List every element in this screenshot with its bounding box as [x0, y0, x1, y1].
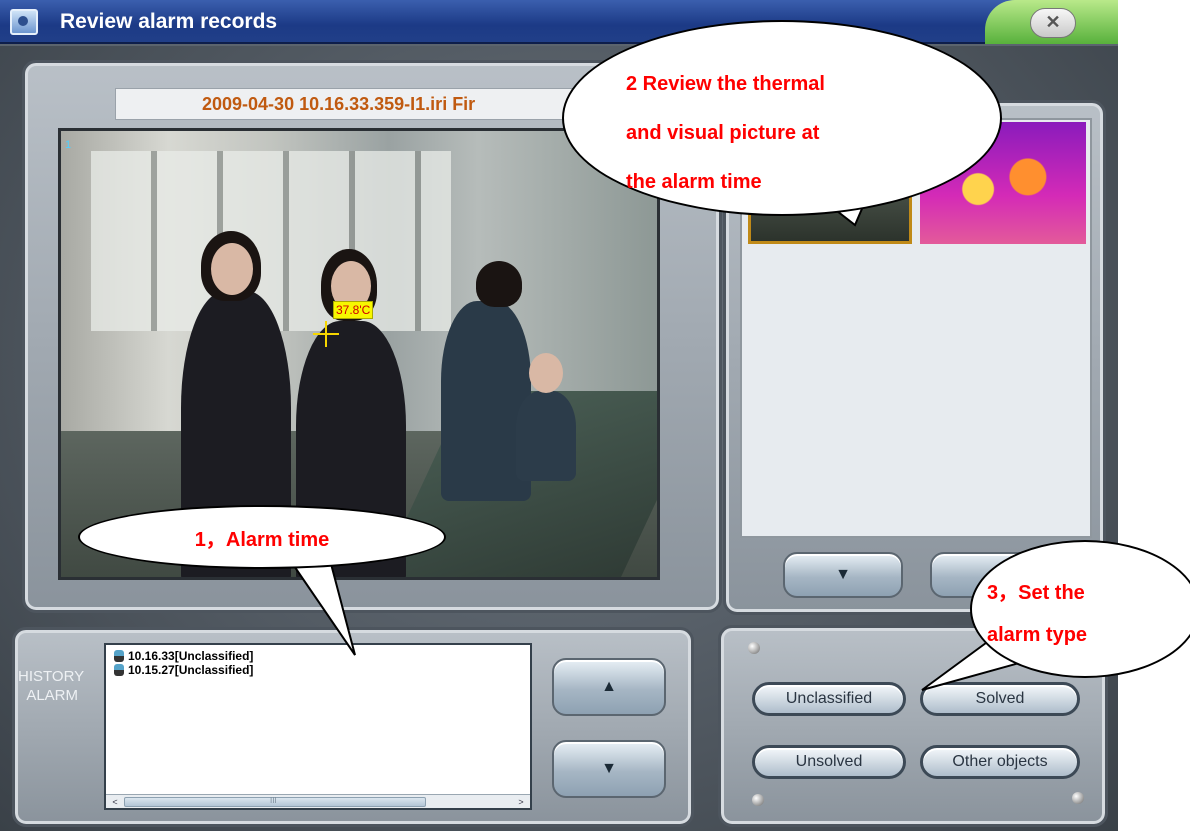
callout-review-line2: and visual picture at	[626, 122, 820, 144]
callout-review-pictures: 2 Review the thermal and visual picture …	[562, 20, 1002, 216]
callout-set-alarm-type: 3，Set the alarm type	[970, 540, 1190, 678]
callout-review-line3: the alarm time	[626, 171, 762, 193]
callout-review-line1: 2 Review the thermal	[626, 73, 825, 95]
callout-set-line2: alarm type	[987, 624, 1088, 646]
callout-set-line1: 3，Set the	[987, 582, 1085, 604]
callout-1-tail	[288, 559, 356, 656]
callout-alarm-time-text: 1，Alarm time	[194, 528, 330, 551]
callout-alarm-time: 1，Alarm time	[78, 505, 446, 569]
